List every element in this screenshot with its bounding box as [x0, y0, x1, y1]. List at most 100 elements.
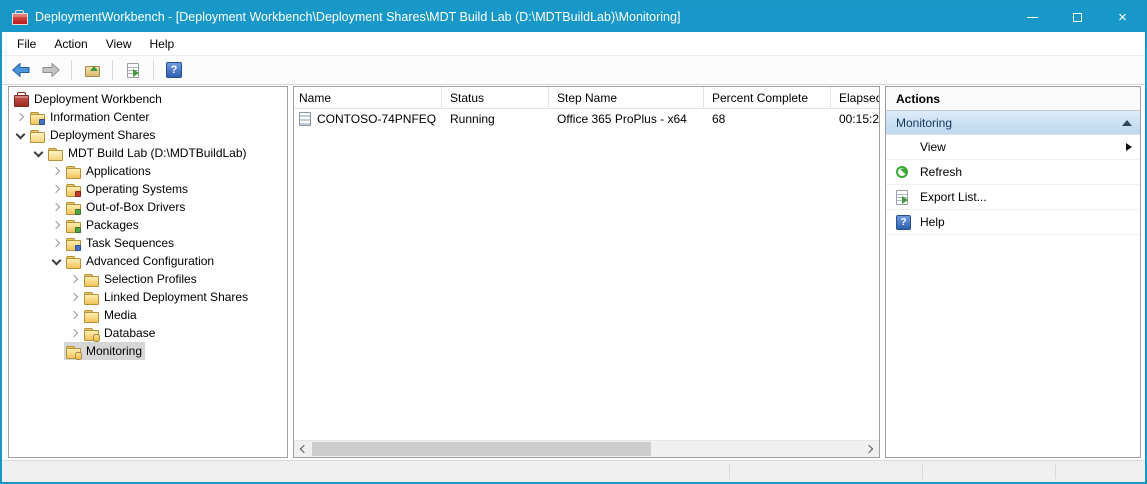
- expander-collapsed-icon[interactable]: [66, 271, 82, 287]
- selected-tree-item[interactable]: Monitoring: [64, 342, 145, 360]
- cell-status: Running: [442, 112, 549, 126]
- back-button[interactable]: [9, 58, 33, 82]
- menu-view[interactable]: View: [97, 34, 141, 54]
- action-icon-slot: [896, 166, 920, 178]
- action-view[interactable]: View: [886, 135, 1140, 160]
- monitoring-folder-icon: [65, 343, 81, 359]
- database-cylinder-icon: [93, 334, 100, 342]
- column-header-elapsed-time[interactable]: Elapsed Time: [831, 87, 880, 108]
- monitoring-cylinder-icon: [75, 352, 82, 360]
- cell-name: CONTOSO-74PNFEQ: [294, 112, 442, 126]
- tree-item-applications[interactable]: Applications: [9, 162, 287, 180]
- action-help[interactable]: ? Help: [886, 210, 1140, 235]
- action-label: Help: [920, 215, 1132, 229]
- expander-collapsed-icon[interactable]: [48, 181, 64, 197]
- close-button[interactable]: ×: [1100, 2, 1145, 32]
- maximize-button[interactable]: [1055, 2, 1100, 32]
- collapse-arrow-icon[interactable]: [1122, 120, 1132, 126]
- tree-item-label: Advanced Configuration: [86, 254, 214, 268]
- tree-item-label: Out-of-Box Drivers: [86, 200, 185, 214]
- column-header-percent-complete[interactable]: Percent Complete: [704, 87, 831, 108]
- list-body: CONTOSO-74PNFEQ Running Office 365 ProPl…: [294, 109, 879, 440]
- tree-item-label: Linked Deployment Shares: [104, 290, 248, 304]
- tree-item-label: Applications: [86, 164, 151, 178]
- expander-collapsed-icon[interactable]: [66, 307, 82, 323]
- app-toolbox-icon: [11, 9, 27, 25]
- results-pane: Name Status Step Name Percent Complete E…: [293, 86, 880, 458]
- expander-expanded-icon[interactable]: [12, 127, 28, 143]
- export-list-icon: [896, 190, 908, 205]
- actions-group-monitoring[interactable]: Monitoring: [886, 111, 1140, 135]
- tree-item-label: Deployment Workbench: [34, 92, 162, 106]
- expander-expanded-icon[interactable]: [30, 145, 46, 161]
- tree-item-label: Monitoring: [86, 344, 142, 358]
- tree-item-linked-deployment-shares[interactable]: Linked Deployment Shares: [9, 288, 287, 306]
- tree-item-operating-systems[interactable]: Operating Systems: [9, 180, 287, 198]
- task-sequences-folder-icon: [65, 235, 81, 251]
- tree-item-out-of-box-drivers[interactable]: Out-of-Box Drivers: [9, 198, 287, 216]
- folder-up-arrow-icon: [85, 66, 100, 77]
- scroll-right-arrow-icon[interactable]: [862, 441, 879, 457]
- show-hide-console-tree-button[interactable]: [80, 58, 104, 82]
- tree-item-advanced-configuration[interactable]: Advanced Configuration: [9, 252, 287, 270]
- action-export-list[interactable]: Export List...: [886, 185, 1140, 210]
- forward-button[interactable]: [39, 58, 63, 82]
- tree-item-task-sequences[interactable]: Task Sequences: [9, 234, 287, 252]
- horizontal-scrollbar[interactable]: [294, 440, 879, 457]
- expander-collapsed-icon[interactable]: [66, 325, 82, 341]
- minimize-button[interactable]: [1010, 2, 1055, 32]
- actions-pane-title: Actions: [886, 87, 1140, 111]
- tree-item-packages[interactable]: Packages: [9, 216, 287, 234]
- tree-item-selection-profiles[interactable]: Selection Profiles: [9, 270, 287, 288]
- scroll-left-arrow-icon[interactable]: [294, 441, 311, 457]
- scrollbar-thumb[interactable]: [312, 442, 651, 456]
- tree-item-label: Database: [104, 326, 155, 340]
- menu-help[interactable]: Help: [141, 34, 184, 54]
- tree-item-deployment-shares[interactable]: Deployment Shares: [9, 126, 287, 144]
- packages-badge-icon: [75, 227, 81, 233]
- drivers-folder-icon: [65, 199, 81, 215]
- computer-icon: [299, 112, 311, 126]
- action-refresh[interactable]: Refresh: [886, 160, 1140, 185]
- expander-collapsed-icon[interactable]: [48, 217, 64, 233]
- action-icon-slot: [896, 190, 920, 205]
- expander-collapsed-icon[interactable]: [12, 109, 28, 125]
- app-window: DeploymentWorkbench - [Deployment Workbe…: [0, 0, 1147, 484]
- status-bar-divider: [729, 464, 730, 479]
- monitoring-row-contoso[interactable]: CONTOSO-74PNFEQ Running Office 365 ProPl…: [294, 109, 879, 129]
- tree-item-deployment-workbench[interactable]: Deployment Workbench: [9, 90, 287, 108]
- menu-file[interactable]: File: [8, 34, 45, 54]
- workbench-icon: [13, 91, 29, 107]
- tree-item-media[interactable]: Media: [9, 306, 287, 324]
- expander-collapsed-icon[interactable]: [48, 235, 64, 251]
- tree-item-database[interactable]: Database: [9, 324, 287, 342]
- tree-item-label: Selection Profiles: [104, 272, 197, 286]
- expander-collapsed-icon[interactable]: [48, 163, 64, 179]
- column-header-step-name[interactable]: Step Name: [549, 87, 704, 108]
- forward-arrow-icon: [42, 63, 60, 77]
- tree-item-label: Deployment Shares: [50, 128, 155, 142]
- folder-icon: [65, 253, 81, 269]
- close-icon: ×: [1118, 10, 1127, 25]
- open-folder-icon: [29, 127, 45, 143]
- column-header-name[interactable]: Name: [294, 87, 442, 108]
- expander-expanded-icon[interactable]: [48, 253, 64, 269]
- expander-collapsed-icon[interactable]: [48, 199, 64, 215]
- minimize-icon: [1027, 17, 1038, 18]
- list-header-row: Name Status Step Name Percent Complete E…: [294, 87, 879, 109]
- menu-action[interactable]: Action: [45, 34, 96, 54]
- tree-item-information-center[interactable]: Information Center: [9, 108, 287, 126]
- toolbar: ?: [2, 56, 1145, 85]
- tree-item-mdt-build-lab[interactable]: MDT Build Lab (D:\MDTBuildLab): [9, 144, 287, 162]
- packages-folder-icon: [65, 217, 81, 233]
- export-list-button[interactable]: [121, 58, 145, 82]
- export-list-icon: [127, 63, 139, 78]
- action-label: Refresh: [920, 165, 1132, 179]
- column-header-status[interactable]: Status: [442, 87, 549, 108]
- folder-icon: [83, 271, 99, 287]
- tree-item-monitoring[interactable]: Monitoring: [9, 342, 287, 360]
- info-badge-icon: [39, 119, 45, 125]
- help-button[interactable]: ?: [162, 58, 186, 82]
- status-bar-divider: [1055, 464, 1056, 479]
- expander-collapsed-icon[interactable]: [66, 289, 82, 305]
